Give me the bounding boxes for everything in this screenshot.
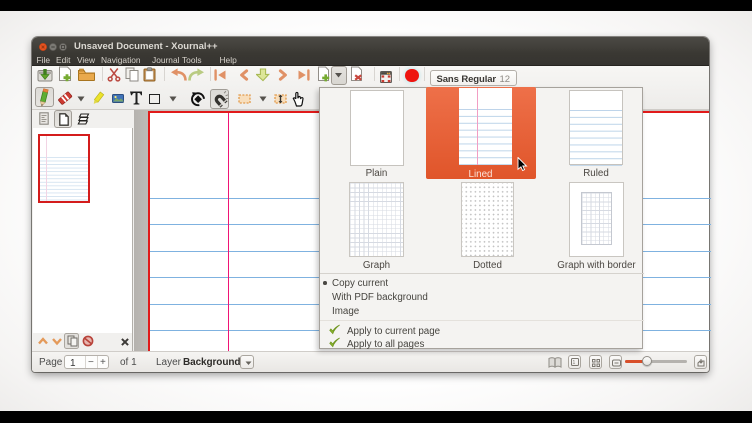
svg-text:1: 1 [573, 360, 576, 366]
